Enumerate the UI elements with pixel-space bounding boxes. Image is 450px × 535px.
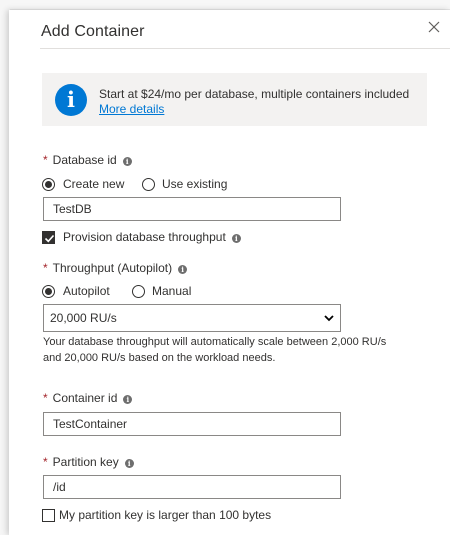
- autopilot-radio[interactable]: [42, 285, 55, 298]
- container-id-input[interactable]: TestContainer: [43, 412, 341, 436]
- chevron-down-icon: [324, 315, 334, 322]
- partition-key-input[interactable]: /id: [43, 475, 341, 499]
- throughput-select[interactable]: 20,000 RU/s: [43, 304, 341, 332]
- large-partition-key-label[interactable]: My partition key is larger than 100 byte…: [59, 508, 271, 522]
- pricing-info-text: Start at $24/mo per database, multiple c…: [99, 87, 410, 101]
- throughput-label-text: Throughput (Autopilot): [52, 261, 173, 275]
- add-container-panel: Add Container i Start at $24/mo per data…: [9, 10, 450, 535]
- throughput-help-line2: and 20,000 RU/s based on the workload ne…: [43, 352, 276, 364]
- create-new-label[interactable]: Create new: [63, 177, 124, 191]
- provision-throughput-label: Provision database throughput i: [63, 230, 241, 244]
- manual-radio[interactable]: [132, 285, 145, 298]
- container-id-label-text: Container id: [52, 391, 118, 405]
- throughput-label: * Throughput (Autopilot) i: [43, 261, 188, 275]
- large-partition-key-checkbox[interactable]: [42, 509, 55, 522]
- required-marker: *: [43, 455, 48, 469]
- required-marker: *: [43, 391, 48, 405]
- close-icon[interactable]: [427, 20, 441, 34]
- info-tooltip-icon[interactable]: i: [124, 459, 134, 468]
- required-marker: *: [43, 153, 48, 167]
- partition-key-label-text: Partition key: [52, 455, 119, 469]
- provision-throughput-text: Provision database throughput: [63, 230, 226, 244]
- container-id-label: * Container id i: [43, 391, 133, 405]
- manual-label[interactable]: Manual: [152, 284, 191, 298]
- required-marker: *: [43, 261, 48, 275]
- create-new-radio[interactable]: [42, 178, 55, 191]
- background-strip: [0, 0, 450, 10]
- info-tooltip-icon[interactable]: i: [122, 157, 132, 166]
- provision-throughput-checkbox[interactable]: [42, 231, 55, 244]
- panel-title: Add Container: [41, 23, 145, 40]
- database-id-input[interactable]: TestDB: [43, 197, 341, 221]
- use-existing-label[interactable]: Use existing: [162, 177, 227, 191]
- info-tooltip-icon[interactable]: i: [231, 234, 241, 243]
- throughput-select-value: 20,000 RU/s: [50, 311, 117, 325]
- database-id-label-text: Database id: [52, 153, 117, 167]
- autopilot-label[interactable]: Autopilot: [63, 284, 110, 298]
- use-existing-radio[interactable]: [142, 178, 155, 191]
- more-details-link[interactable]: More details: [99, 102, 164, 116]
- database-id-label: * Database id i: [43, 153, 132, 167]
- title-divider: [40, 48, 450, 49]
- info-tooltip-icon[interactable]: i: [123, 395, 133, 404]
- info-tooltip-icon[interactable]: i: [178, 265, 188, 274]
- partition-key-label: * Partition key i: [43, 455, 134, 469]
- info-icon: i: [55, 84, 87, 116]
- throughput-help-line1: Your database throughput will automatica…: [43, 336, 387, 348]
- checkmark-icon: [44, 234, 55, 243]
- pricing-info-banner: i Start at $24/mo per database, multiple…: [42, 73, 427, 126]
